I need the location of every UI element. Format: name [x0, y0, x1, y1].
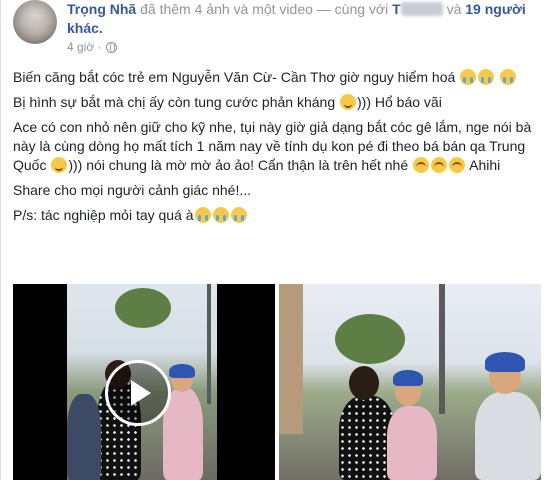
- tree-shape: [115, 288, 171, 328]
- author-name[interactable]: Trọng Nhã: [67, 1, 136, 17]
- paragraph-5: P/s: tác nghiệp mỏi tay quá à: [13, 206, 541, 225]
- post-header: Trọng Nhã đã thêm 4 ảnh và một video — c…: [67, 0, 537, 38]
- photo-thumbnail[interactable]: [279, 284, 541, 480]
- tagged-friend-blurred: [400, 2, 443, 16]
- video-thumbnail[interactable]: [13, 284, 275, 480]
- pole-shape: [207, 284, 211, 404]
- grin-emoji-icon: [431, 157, 448, 173]
- smiley-emoji-icon: [340, 94, 356, 110]
- paragraph-4: Share cho mọi người cảnh giác nhé!...: [13, 181, 541, 200]
- post-media-grid: [13, 284, 541, 480]
- post-action: đã thêm 4 ảnh và một video: [140, 1, 313, 17]
- paragraph-3: Ace có con nhỏ nên giữ cho kỹ nhe, tụi n…: [13, 118, 541, 175]
- facebook-post-card: Trọng Nhã đã thêm 4 ảnh và một video — c…: [0, 0, 552, 480]
- paragraph-3-end: Ahihi: [469, 157, 501, 173]
- video-letterbox-right: [217, 284, 275, 480]
- paragraph-1: Biến căng bắt cóc trẻ em Nguyễn Văn Cừ- …: [13, 68, 541, 87]
- man-figure: [475, 392, 541, 480]
- and-prefix: và: [446, 1, 462, 17]
- post-timestamp[interactable]: 4 giờ ·: [67, 40, 117, 54]
- helmet-shape: [485, 352, 525, 372]
- avatar[interactable]: [13, 0, 57, 44]
- crying-laughing-emoji-icon: [230, 207, 247, 223]
- paragraph-2-tail: ))) Hổ báo vãi: [357, 94, 442, 110]
- paragraph-4-text: Share cho mọi người cảnh giác nhé!...: [13, 182, 252, 198]
- crying-laughing-emoji-icon: [212, 207, 229, 223]
- tagged-friend-initial: T: [392, 1, 401, 17]
- paragraph-1-text: Biến căng bắt cóc trẻ em Nguyễn Văn Cừ- …: [13, 69, 456, 85]
- pole-shape: [439, 284, 445, 414]
- video-letterbox-left: [13, 284, 67, 480]
- bystander-figure: [67, 394, 101, 480]
- tree-shape: [335, 314, 405, 364]
- smiley-emoji-icon: [51, 157, 68, 173]
- time-label: 4 giờ ·: [67, 40, 102, 54]
- grin-emoji-icon: [413, 157, 430, 173]
- avatar-blur: [19, 6, 51, 38]
- grin-emoji-icon: [449, 157, 466, 173]
- paragraph-2: Bị hình sự bắt mà chị ấy còn tung cước p…: [13, 93, 541, 112]
- photo-scene: [279, 284, 541, 480]
- officer-figure: [387, 406, 437, 480]
- helmet-shape: [393, 370, 423, 386]
- crying-laughing-emoji-icon: [500, 69, 517, 85]
- with-prefix: — cùng với: [316, 1, 389, 17]
- globe-icon: [105, 41, 117, 53]
- play-button-icon[interactable]: [105, 360, 171, 426]
- crying-laughing-emoji-icon: [194, 207, 211, 223]
- paragraph-2-text: Bị hình sự bắt mà chị ấy còn tung cước p…: [13, 94, 336, 110]
- paragraph-3-tail: ))) nói chung là mờ mờ ảo ảo! Cẩn thận l…: [68, 157, 409, 173]
- helmet-shape: [169, 364, 195, 378]
- building-shape: [279, 284, 303, 434]
- crying-laughing-emoji-icon: [478, 69, 495, 85]
- tagged-friend[interactable]: T: [392, 1, 443, 17]
- crying-laughing-emoji-icon: [460, 69, 477, 85]
- woman-head: [349, 366, 379, 400]
- post-body: Biến căng bắt cóc trẻ em Nguyễn Văn Cừ- …: [13, 68, 541, 231]
- paragraph-5-text: P/s: tác nghiệp mỏi tay quá à: [13, 207, 194, 223]
